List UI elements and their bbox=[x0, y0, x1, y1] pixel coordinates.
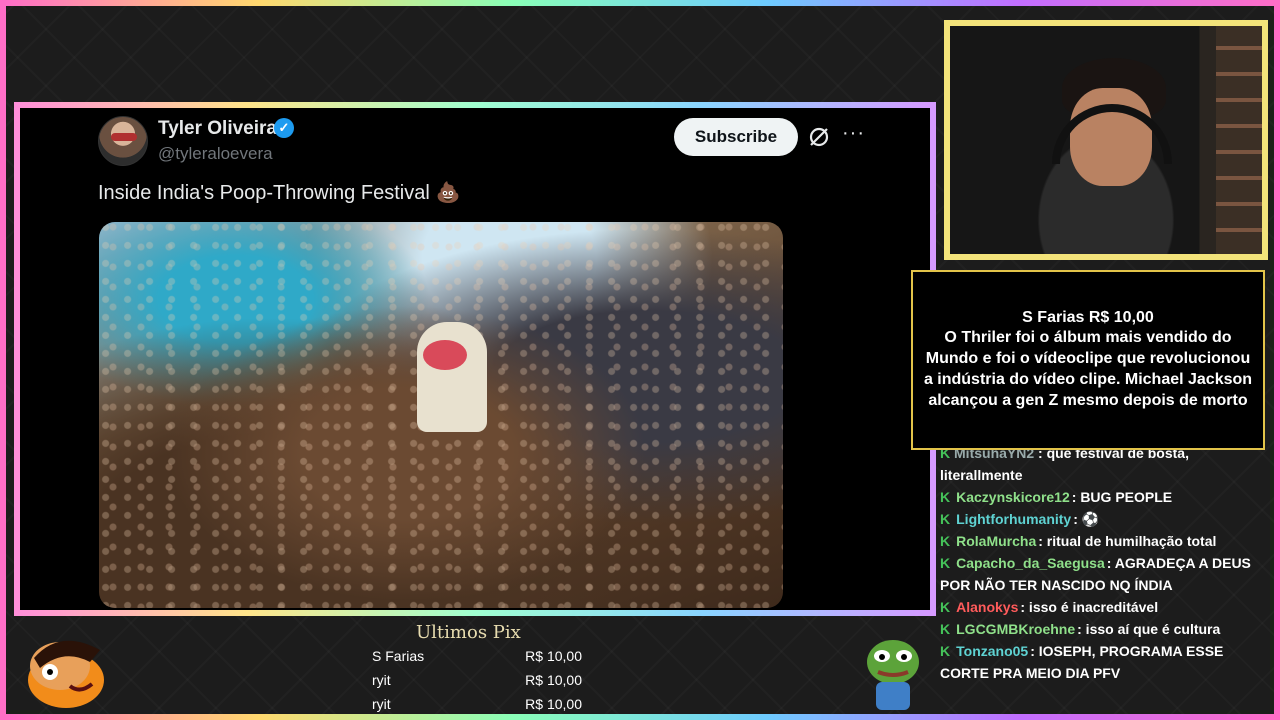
chat-message: K LGCGMBKroehne: isso aí que é cultura bbox=[940, 618, 1270, 640]
last-pix-table: S Farias R$ 10,00 ryit R$ 10,00 ryit R$ 10,00 bbox=[372, 645, 582, 717]
pix-amount: R$ 10,00 bbox=[525, 648, 582, 664]
webcam-bookshelf bbox=[1216, 26, 1262, 254]
chat-panel: K MitsuhaYN2 : que festival de bosta, li… bbox=[940, 442, 1270, 716]
author-handle[interactable]: @tyleraloevera bbox=[158, 144, 273, 164]
more-options-icon[interactable]: ··· bbox=[842, 122, 865, 145]
author-name[interactable]: Tyler Oliveira bbox=[158, 118, 277, 140]
poop-emoji-icon: 💩 bbox=[435, 182, 461, 204]
chat-message: K Lightforhumanity: ⚽ bbox=[940, 508, 1270, 530]
pix-name: S Farias bbox=[372, 648, 425, 664]
mascot-character-icon bbox=[28, 640, 104, 708]
pix-row: ryit R$ 10,00 bbox=[372, 669, 582, 693]
chat-text: : isso é inacreditável bbox=[1020, 599, 1159, 615]
chat-text: : isso aí que é cultura bbox=[1077, 621, 1221, 637]
chat-message-list: K Kaczynskicore12: BUG PEOPLE K Lightforhum… bbox=[940, 486, 1270, 684]
alert-message: O Thriler foi o álbum mais vendido do Mu… bbox=[923, 329, 1253, 409]
streamer-webcam bbox=[944, 20, 1268, 260]
chat-message: K Alanokys: isso é inacreditável bbox=[940, 596, 1270, 618]
chat-message: K RolaMurcha: ritual de humilhação total bbox=[940, 530, 1270, 552]
video-mask bbox=[423, 340, 467, 370]
author-avatar[interactable] bbox=[98, 116, 148, 166]
chat-user: LGCGMBKroehne bbox=[956, 621, 1076, 637]
donation-alert: S Farias R$ 10,00 O Thriler foi o álbum … bbox=[911, 270, 1265, 450]
chat-badge-icon: K bbox=[940, 511, 951, 527]
grok-icon[interactable] bbox=[808, 126, 830, 148]
last-pix-title: Ultimos Pix bbox=[416, 622, 521, 643]
pix-name: ryit bbox=[372, 672, 391, 688]
chat-badge-icon: K bbox=[940, 555, 951, 571]
alert-title: S Farias R$ 10,00 bbox=[1022, 309, 1154, 326]
chat-badge-icon: K bbox=[940, 599, 951, 615]
chat-user: RolaMurcha bbox=[956, 533, 1037, 549]
chat-badge-icon: K bbox=[940, 533, 951, 549]
verified-badge-icon: ✓ bbox=[274, 118, 294, 138]
chat-badge-icon: K bbox=[940, 643, 951, 659]
pix-amount: R$ 10,00 bbox=[525, 696, 582, 712]
tweet-text-content: Inside India's Poop-Throwing Festival bbox=[98, 182, 430, 204]
video-person bbox=[417, 322, 487, 432]
chat-message: K Capacho_da_Saegusa: AGRADEÇA A DEUS POR… bbox=[940, 552, 1270, 596]
pepe-frog-icon bbox=[867, 640, 919, 710]
pix-row: ryit R$ 10,00 bbox=[372, 693, 582, 717]
avatar-glasses bbox=[111, 133, 137, 141]
chat-text: : ⚽ bbox=[1073, 511, 1100, 527]
chat-user: Capacho_da_Saegusa bbox=[956, 555, 1105, 571]
chat-user: Kaczynskicore12 bbox=[956, 489, 1070, 505]
pix-amount: R$ 10,00 bbox=[525, 672, 582, 688]
chat-user: Tonzano05 bbox=[956, 643, 1029, 659]
tweet-video[interactable] bbox=[99, 222, 783, 608]
tweet-panel: Tyler Oliveira ✓ @tyleraloevera Subscrib… bbox=[14, 102, 936, 616]
chat-text: : ritual de humilhação total bbox=[1038, 533, 1217, 549]
chat-badge-icon: K bbox=[940, 621, 951, 637]
tweet-text: Inside India's Poop-Throwing Festival 💩 bbox=[98, 180, 461, 205]
chat-badge-icon: K bbox=[940, 489, 951, 505]
pix-name: ryit bbox=[372, 696, 391, 712]
chat-text: : BUG PEOPLE bbox=[1071, 489, 1173, 505]
pix-row: S Farias R$ 10,00 bbox=[372, 645, 582, 669]
chat-user: Lightforhumanity bbox=[956, 511, 1072, 527]
tweet-header: Tyler Oliveira ✓ @tyleraloevera Subscrib… bbox=[98, 114, 864, 166]
subscribe-button[interactable]: Subscribe bbox=[674, 118, 798, 156]
chat-message: K Kaczynskicore12: BUG PEOPLE bbox=[940, 486, 1270, 508]
chat-message: K Tonzano05: IOSEPH, PROGRAMA ESSE CORTE … bbox=[940, 640, 1270, 684]
chat-user: Alanokys bbox=[956, 599, 1019, 615]
